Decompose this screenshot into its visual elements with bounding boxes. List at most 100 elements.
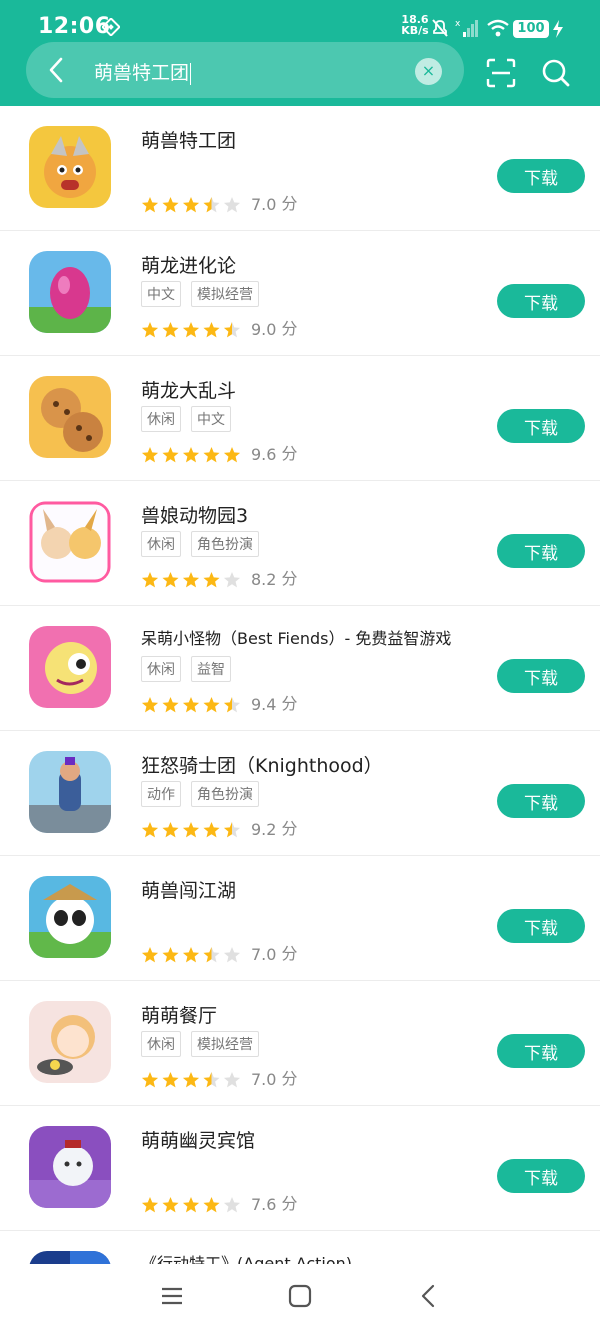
app-title[interactable]: 萌萌餐厅: [141, 1001, 217, 1028]
list-item[interactable]: 萌龙大乱斗 休闲 中文 9.6 分 下载: [0, 356, 600, 481]
rating-stars: [141, 446, 241, 462]
download-button[interactable]: 下载: [497, 659, 585, 693]
search-input[interactable]: 萌兽特工团: [94, 58, 192, 85]
star-icon: [162, 821, 179, 837]
app-title[interactable]: 萌萌幽灵宾馆: [141, 1126, 255, 1153]
star-icon: [162, 321, 179, 337]
app-icon[interactable]: [29, 1251, 111, 1264]
top-bar: 12:06 18.6 KB/s x 100 萌兽特工团 ×: [0, 0, 600, 106]
rating-stars: [141, 946, 241, 962]
app-icon[interactable]: [29, 751, 111, 833]
list-item[interactable]: 萌萌幽灵宾馆 7.6 分 下载: [0, 1106, 600, 1231]
star-icon: [203, 196, 220, 212]
download-button[interactable]: 下载: [497, 1159, 585, 1193]
list-item[interactable]: 兽娘动物园3 休闲 角色扮演 8.2 分 下载: [0, 481, 600, 606]
rating-stars: [141, 321, 241, 337]
rating-stars: [141, 196, 241, 212]
star-icon: [182, 1071, 200, 1087]
app-tag: 中文: [191, 406, 231, 432]
list-item[interactable]: 《行动特工》(Agent Action): [0, 1231, 600, 1264]
app-title[interactable]: 萌兽特工团: [141, 126, 236, 153]
star-icon: [223, 1196, 241, 1212]
rating-unit: 分: [281, 944, 298, 963]
star-icon: [182, 446, 200, 462]
list-item[interactable]: 呆萌小怪物（Best Fiends）- 免费益智游戏 休闲 益智 9.4 分 下载: [0, 606, 600, 731]
search-box[interactable]: [26, 42, 464, 98]
app-notification-icon: [102, 18, 120, 36]
star-icon: [162, 571, 179, 587]
star-icon: [141, 446, 159, 462]
back-icon[interactable]: [418, 1284, 438, 1308]
star-icon: [162, 446, 179, 462]
app-title[interactable]: 兽娘动物园3: [141, 501, 248, 528]
list-item[interactable]: 萌兽特工团 7.0 分 下载: [0, 106, 600, 231]
star-icon: [182, 321, 200, 337]
back-arrow-icon[interactable]: [44, 56, 70, 84]
star-icon: [162, 1196, 179, 1212]
rating-stars: [141, 696, 241, 712]
star-icon: [162, 196, 179, 212]
search-icon[interactable]: [541, 58, 571, 88]
star-icon: [203, 821, 220, 837]
search-results-list[interactable]: 萌兽特工团 7.0 分下载 萌龙进化论 中文 模拟经营 9.0 分下载 萌龙大乱斗 休闲 中文 9…: [0, 106, 600, 1264]
star-icon: [141, 571, 159, 587]
search-query-text: 萌兽特工团: [94, 62, 190, 84]
star-icon: [223, 821, 241, 837]
download-button[interactable]: 下载: [497, 159, 585, 193]
network-speed: 18.6 KB/s: [401, 13, 429, 37]
app-title[interactable]: 《行动特工》(Agent Action): [141, 1250, 352, 1264]
list-item[interactable]: 萌萌餐厅 休闲 模拟经营 7.0 分 下载: [0, 981, 600, 1106]
download-button[interactable]: 下载: [497, 784, 585, 818]
star-icon: [203, 696, 220, 712]
clear-search-icon[interactable]: ×: [415, 58, 442, 85]
mute-bell-icon: [432, 19, 448, 37]
rating-unit: 分: [281, 694, 298, 713]
svg-text:x: x: [455, 19, 461, 29]
app-icon[interactable]: [29, 626, 111, 708]
list-item[interactable]: 萌龙进化论中文 模拟经营 9.0 分 下载: [0, 231, 600, 356]
rating-unit: 分: [281, 319, 298, 338]
signal-icon: x: [455, 19, 478, 37]
app-title[interactable]: 呆萌小怪物（Best Fiends）- 免费益智游戏: [141, 625, 451, 649]
list-item[interactable]: 萌兽闯江湖 7.0 分 下载: [0, 856, 600, 981]
app-icon[interactable]: [29, 376, 111, 458]
app-rating: 9.0 分: [141, 315, 298, 339]
menu-icon[interactable]: [160, 1284, 184, 1308]
app-icon[interactable]: [29, 251, 111, 333]
app-title[interactable]: 萌兽闯江湖: [141, 876, 236, 903]
app-icon[interactable]: [29, 501, 111, 583]
app-title[interactable]: 萌龙大乱斗: [141, 376, 236, 403]
star-icon: [141, 321, 159, 337]
app-tag: 动作: [141, 781, 181, 807]
download-button[interactable]: 下载: [497, 909, 585, 943]
rating-stars: [141, 571, 241, 587]
rating-unit: 分: [281, 444, 298, 463]
star-icon: [203, 1196, 220, 1212]
app-tags: 中文 模拟经营: [141, 281, 269, 307]
star-icon: [223, 321, 241, 337]
app-tags: 休闲 益智: [141, 656, 241, 682]
app-rating: 7.0 分: [141, 190, 298, 214]
list-item[interactable]: 狂怒骑士团（Knighthood） 动作 角色扮演 9.2 分 下载: [0, 731, 600, 856]
app-icon[interactable]: [29, 126, 111, 208]
app-tag: 角色扮演: [191, 781, 259, 807]
star-icon: [141, 1196, 159, 1212]
scan-icon[interactable]: [486, 58, 516, 88]
app-icon[interactable]: [29, 1126, 111, 1208]
app-rating: 7.6 分: [141, 1190, 298, 1214]
download-button[interactable]: 下载: [497, 534, 585, 568]
app-title[interactable]: 狂怒骑士团（Knighthood）: [141, 751, 383, 778]
app-icon[interactable]: [29, 1001, 111, 1083]
download-button[interactable]: 下载: [497, 284, 585, 318]
star-icon: [141, 196, 159, 212]
rating-unit: 分: [281, 1194, 298, 1213]
app-rating: 9.6 分: [141, 440, 298, 464]
home-icon[interactable]: [288, 1284, 312, 1308]
app-title[interactable]: 萌龙进化论: [141, 251, 236, 278]
app-icon[interactable]: [29, 876, 111, 958]
download-button[interactable]: 下载: [497, 409, 585, 443]
star-icon: [141, 696, 159, 712]
system-nav-bar: [0, 1264, 600, 1333]
download-button[interactable]: 下载: [497, 1034, 585, 1068]
rating-unit: 分: [281, 1069, 298, 1088]
